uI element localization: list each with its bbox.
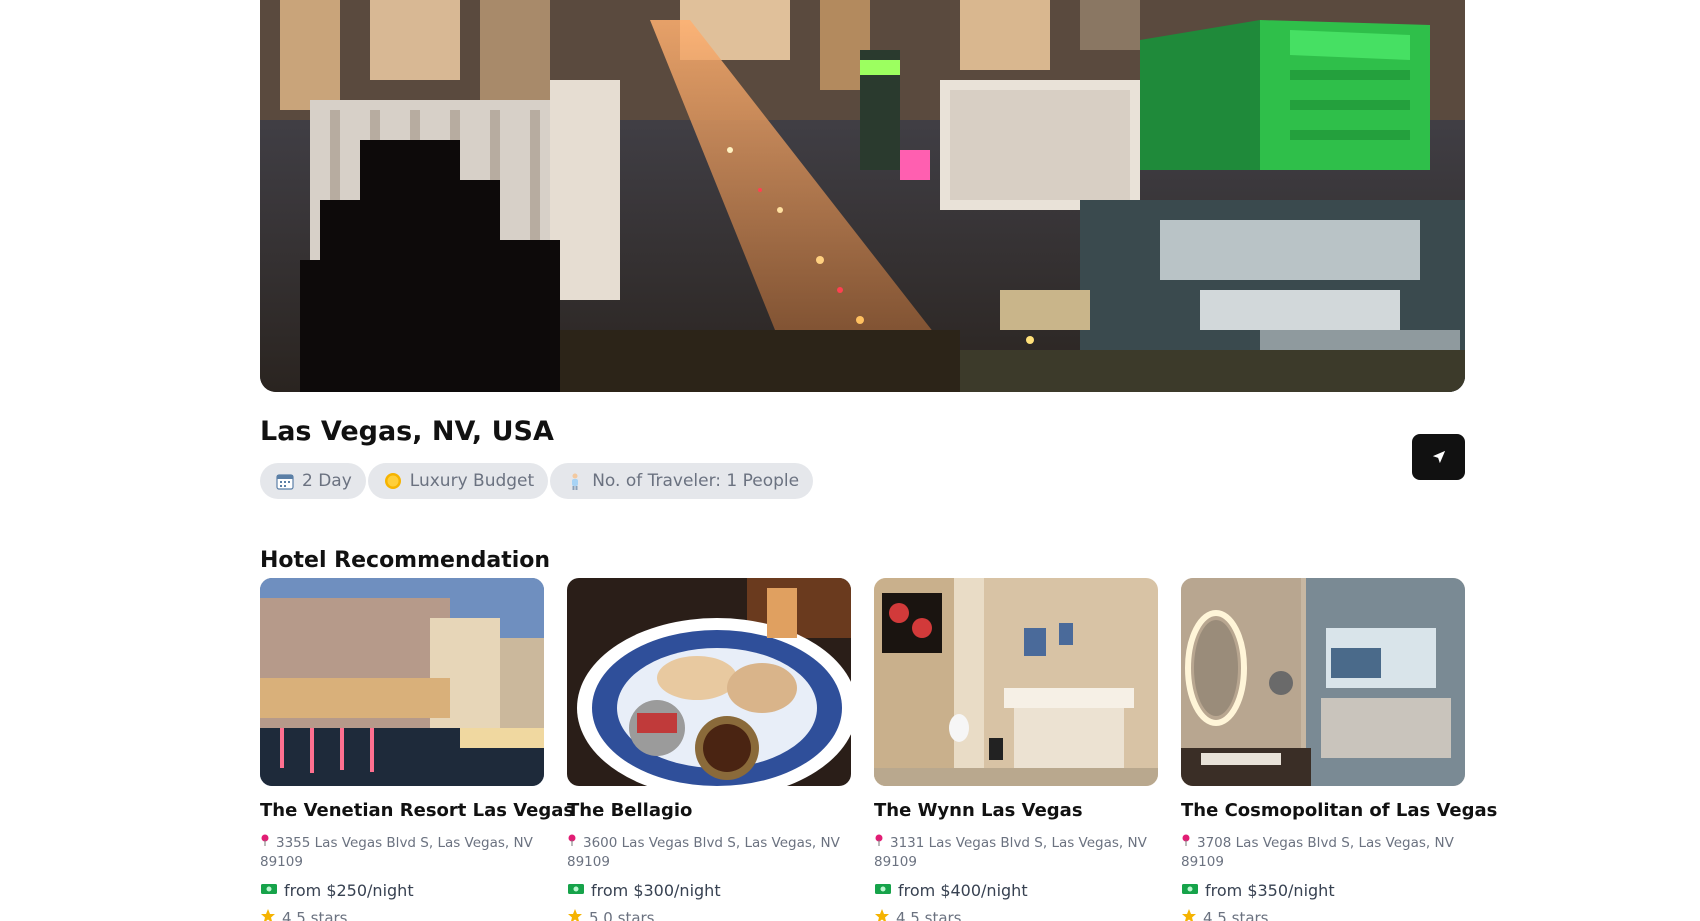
traveler-icon	[566, 472, 584, 490]
calendar-icon	[276, 472, 294, 490]
hotel-address: 3708 Las Vegas Blvd S, Las Vegas, NV 891…	[1181, 834, 1454, 870]
pin-icon	[260, 834, 272, 848]
hotel-card[interactable]: The Cosmopolitan of Las Vegas 3708 Las V…	[1181, 578, 1498, 921]
destination-title: Las Vegas, NV, USA	[260, 416, 554, 447]
hotel-card[interactable]: The Venetian Resort Las Vegas 3355 Las V…	[260, 578, 575, 921]
money-icon	[1181, 881, 1199, 900]
money-icon	[874, 881, 892, 900]
star-icon	[567, 908, 583, 921]
coin-icon	[384, 472, 402, 490]
star-icon	[260, 908, 276, 921]
pin-icon	[1181, 834, 1193, 848]
destination-hero-image	[260, 0, 1465, 392]
hotel-address: 3355 Las Vegas Blvd S, Las Vegas, NV 891…	[260, 834, 533, 870]
hotel-image	[1181, 578, 1465, 786]
duration-chip: 2 Day	[260, 463, 366, 499]
hotel-rating: 5.0 stars	[567, 908, 851, 921]
hotel-price: from $300/night	[567, 881, 851, 900]
hotel-address: 3600 Las Vegas Blvd S, Las Vegas, NV 891…	[567, 834, 840, 870]
hotel-card[interactable]: The Wynn Las Vegas 3131 Las Vegas Blvd S…	[874, 578, 1158, 921]
trip-page: Las Vegas, NV, USA 2 Day Luxury Budget N…	[0, 0, 1700, 921]
share-trip-button[interactable]	[1412, 434, 1465, 480]
send-icon	[1432, 450, 1445, 464]
hotel-rating: 4.5 stars	[260, 908, 544, 921]
hotel-name: The Wynn Las Vegas	[874, 800, 1083, 821]
pin-icon	[874, 834, 886, 848]
hotel-price: from $400/night	[874, 881, 1158, 900]
hotel-address: 3131 Las Vegas Blvd S, Las Vegas, NV 891…	[874, 834, 1147, 870]
hotel-price: from $250/night	[260, 881, 544, 900]
hotel-name: The Bellagio	[567, 800, 693, 821]
star-icon	[1181, 908, 1197, 921]
money-icon	[260, 881, 278, 900]
budget-chip: Luxury Budget	[367, 463, 549, 499]
hotel-card[interactable]: The Bellagio 3600 Las Vegas Blvd S, Las …	[567, 578, 851, 921]
travelers-label: No. of Traveler: 1 People	[592, 471, 800, 491]
hotel-rating: 4.5 stars	[874, 908, 1158, 921]
pin-icon	[567, 834, 579, 848]
hotel-section-title: Hotel Recommendation	[260, 548, 551, 573]
hotel-name: The Venetian Resort Las Vegas	[260, 800, 575, 821]
star-icon	[874, 908, 890, 921]
hotel-image	[874, 578, 1158, 786]
hotel-image	[567, 578, 851, 786]
money-icon	[567, 881, 585, 900]
hotel-name: The Cosmopolitan of Las Vegas	[1181, 800, 1498, 821]
trip-info-chips: 2 Day Luxury Budget No. of Traveler: 1 P…	[260, 463, 814, 499]
travelers-chip: No. of Traveler: 1 People	[550, 463, 814, 499]
budget-label: Luxury Budget	[409, 471, 535, 491]
hotel-price: from $350/night	[1181, 881, 1465, 900]
hotel-list: The Venetian Resort Las Vegas 3355 Las V…	[260, 578, 1498, 921]
hotel-rating: 4.5 stars	[1181, 908, 1465, 921]
duration-label: 2 Day	[302, 471, 352, 491]
hotel-image	[260, 578, 544, 786]
